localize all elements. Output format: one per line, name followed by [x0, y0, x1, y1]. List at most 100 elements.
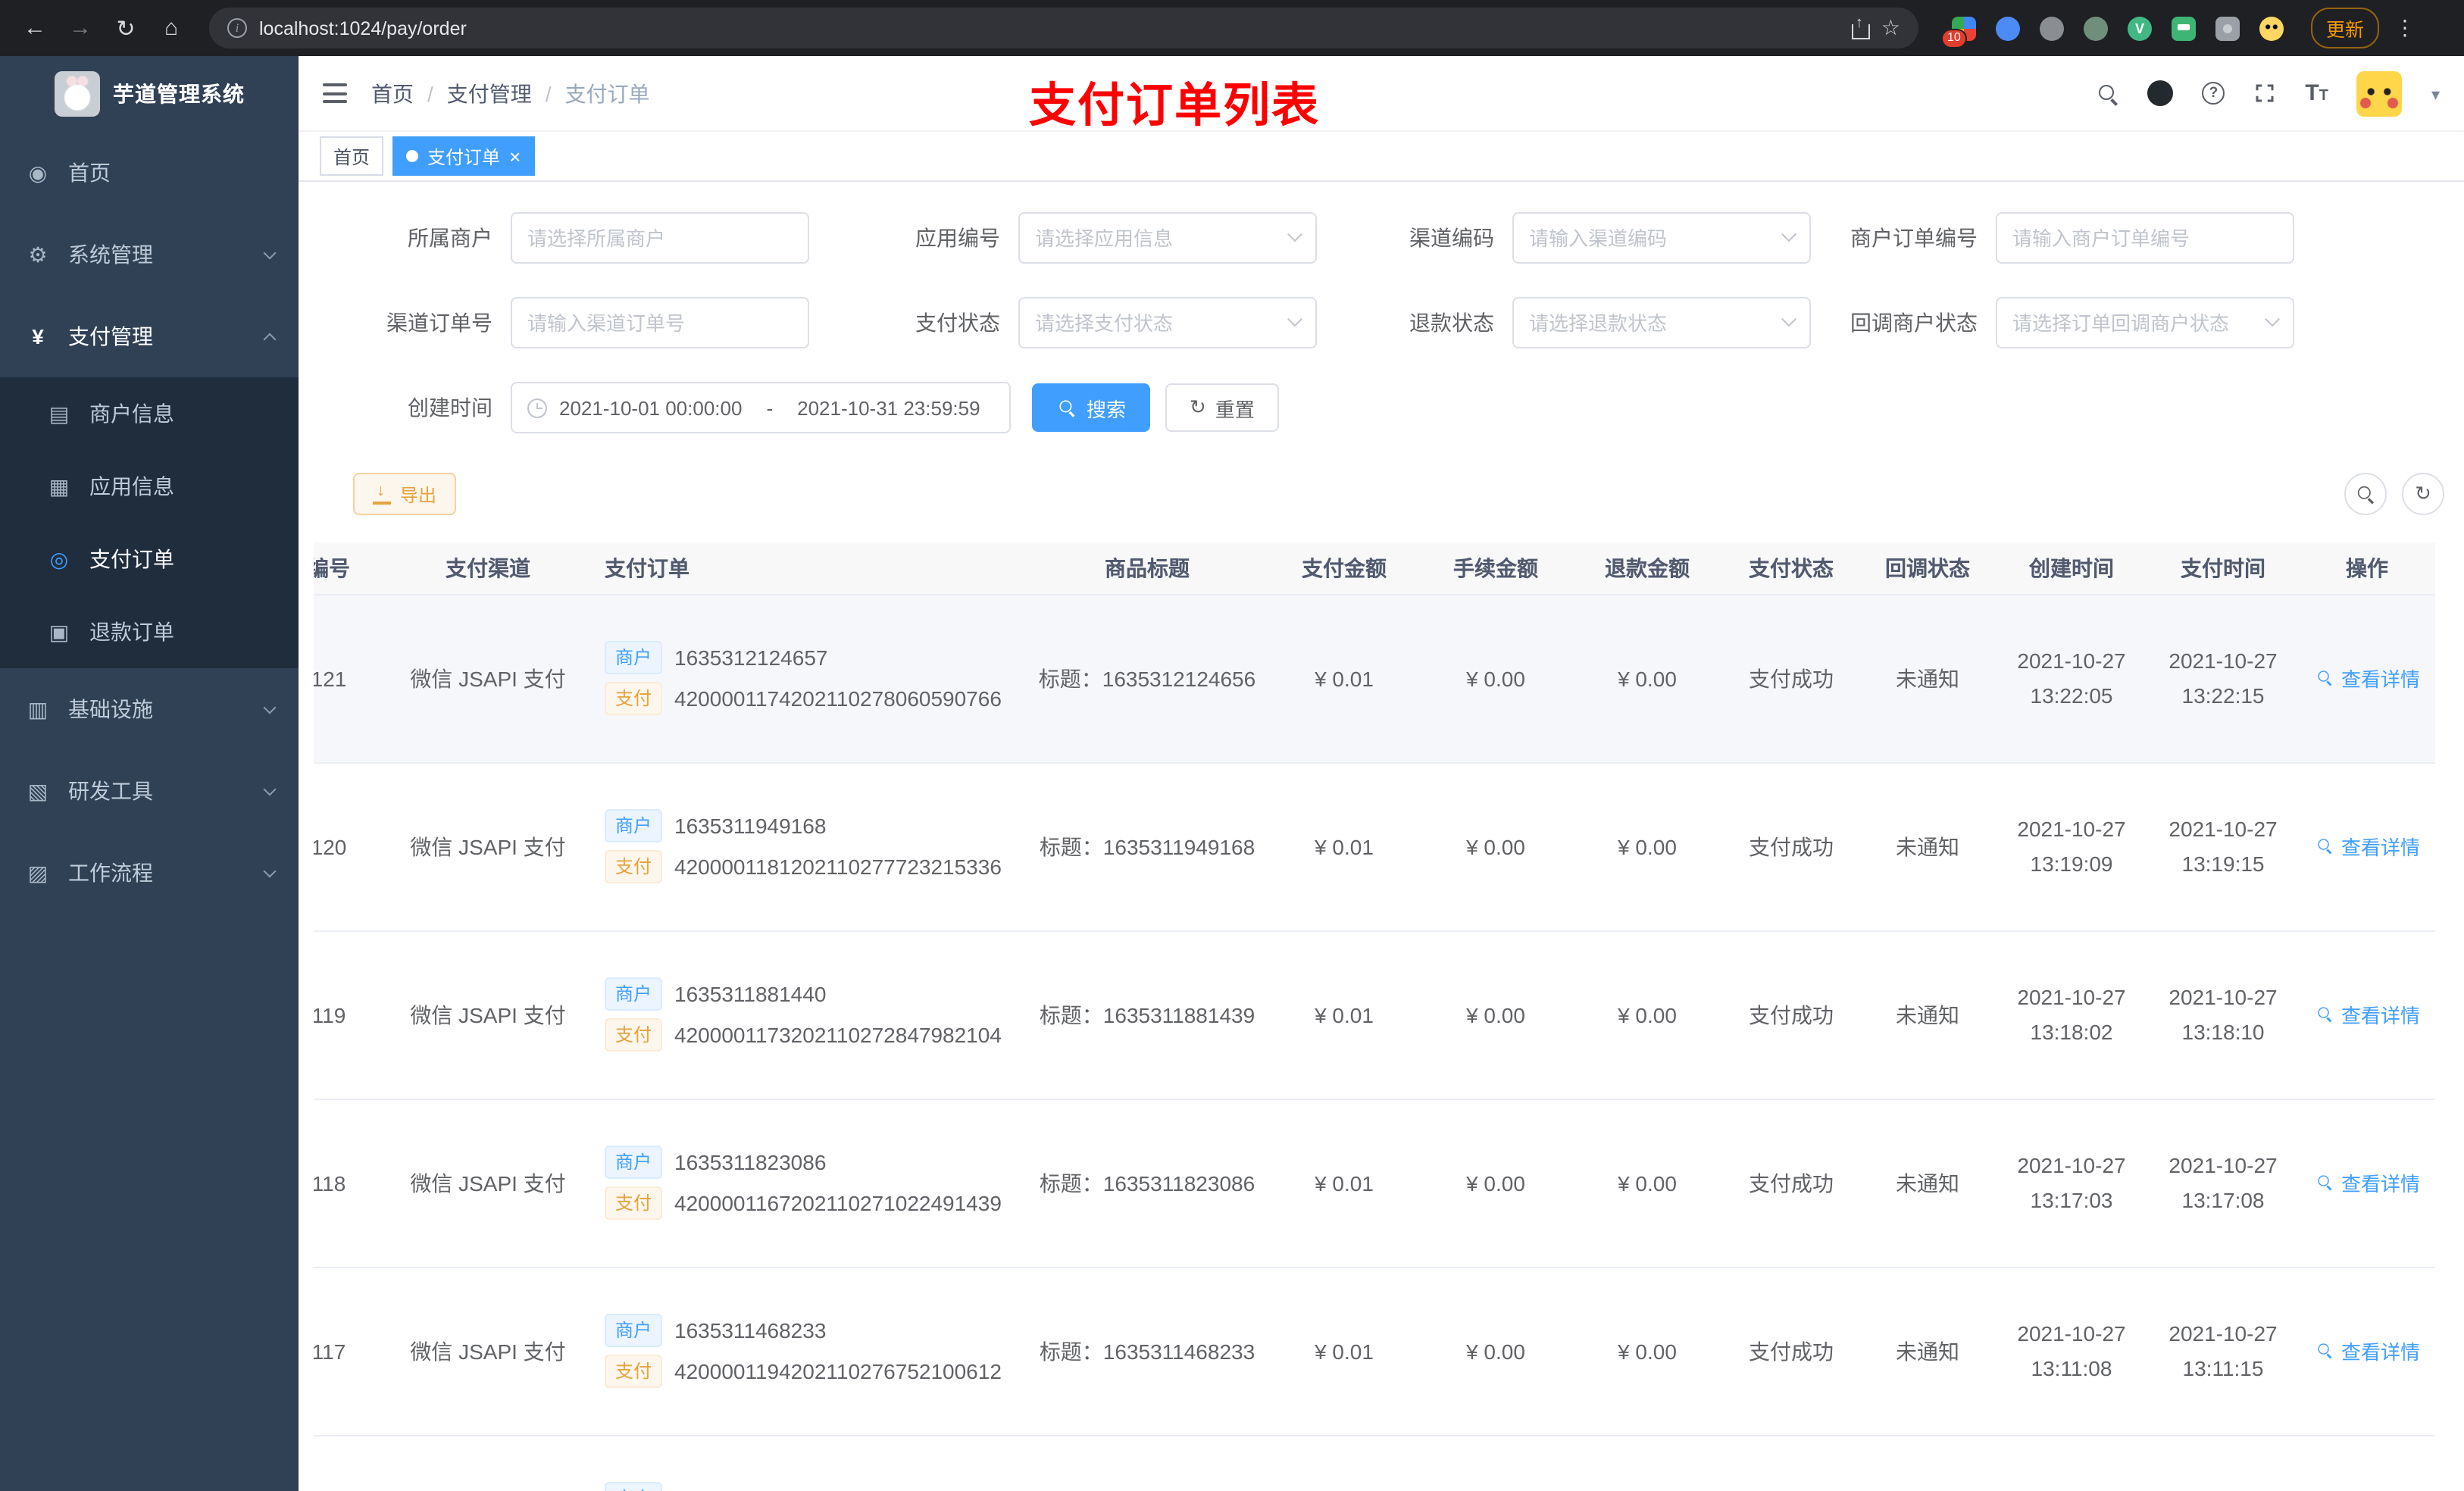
hamburger-icon[interactable] [323, 83, 347, 103]
extension-chat-icon[interactable] [2172, 16, 2196, 40]
refresh-icon [2415, 480, 2431, 508]
magnifier-icon [2317, 670, 2332, 685]
channel-order-no-field[interactable] [511, 297, 809, 349]
merchant-tag: 商户 [605, 1314, 663, 1347]
merchant-tag: 商户 [605, 1146, 663, 1179]
merchant-order-no-field[interactable] [1996, 212, 2294, 264]
notify-status-input[interactable] [2012, 311, 2258, 334]
sidebar-item-home[interactable]: ◉ 首页 [0, 132, 299, 214]
logo-image [54, 71, 99, 117]
view-detail-link[interactable]: 查看详情 [2314, 1000, 2420, 1029]
sidebar-item-infra[interactable]: ▥ 基础设施 [0, 668, 299, 750]
col-create-time: 创建时间 [1996, 542, 2147, 595]
create-time-range-picker[interactable]: 2021-10-01 00:00:00 - 2021-10-31 23:59:5… [511, 382, 1011, 433]
search-icon[interactable] [2097, 83, 2118, 104]
filter-label: 应用编号 [915, 226, 1000, 250]
payment-submenu: ▤ 商户信息 ▦ 应用信息 ◎ 支付订单 ▣ 退款订单 [0, 377, 299, 668]
merchant-tag: 商户 [605, 809, 663, 842]
merchant-input[interactable] [527, 227, 793, 249]
address-bar[interactable]: localhost:1024/pay/order [209, 8, 1918, 48]
export-button[interactable]: 导出 [353, 473, 457, 515]
sidebar-item-workflow[interactable]: ▨ 工作流程 [0, 832, 299, 914]
breadcrumb-payment[interactable]: 支付管理 [447, 78, 532, 108]
close-icon[interactable] [509, 145, 521, 167]
orders-table: 编号 支付渠道 支付订单 商品标题 支付金额 手续金额 退款金额 支付状态 回调… [314, 542, 2449, 1491]
refund-status-select[interactable] [1512, 297, 1811, 349]
filter-label: 商户订单编号 [1850, 226, 1978, 250]
channel-code-input[interactable] [1529, 227, 1775, 249]
search-icon [2356, 485, 2375, 503]
url-text: localhost:1024/pay/order [259, 17, 467, 39]
browser-home-icon[interactable]: ⌂ [152, 8, 191, 48]
site-info-icon[interactable] [227, 18, 247, 38]
app-input[interactable] [1035, 227, 1280, 249]
pay-status-select[interactable] [1018, 297, 1317, 349]
view-detail-link[interactable]: 查看详情 [2314, 1168, 2420, 1197]
pay-tag: 支付 [605, 1186, 663, 1220]
github-icon[interactable] [2147, 80, 2174, 106]
help-icon[interactable] [2202, 82, 2225, 105]
share-icon[interactable] [1851, 14, 1871, 39]
browser-back-icon[interactable]: ← [15, 8, 55, 48]
extension-globe-icon[interactable] [2040, 16, 2064, 40]
fullscreen-icon[interactable] [2253, 82, 2276, 105]
briefcase-icon: ▨ [27, 860, 48, 884]
extension-pin-icon[interactable] [1996, 16, 2020, 40]
col-fee: 手续金额 [1420, 542, 1571, 595]
font-size-icon[interactable] [2305, 82, 2328, 105]
breadcrumb-separator: / [427, 81, 433, 105]
clock-icon [527, 398, 547, 417]
merchant-select[interactable] [511, 212, 809, 264]
sidebar-item-pay-order[interactable]: ◎ 支付订单 [0, 523, 299, 595]
pay-tag: 支付 [605, 682, 663, 715]
extensions-row: 10 [1941, 16, 2284, 48]
sidebar-item-dev-tools[interactable]: ▧ 研发工具 [0, 750, 299, 832]
pay-tag: 支付 [605, 1355, 663, 1388]
user-avatar[interactable] [2356, 70, 2403, 116]
active-dot [406, 150, 419, 162]
sidebar-item-payment[interactable]: ¥ 支付管理 [0, 295, 299, 377]
col-id: 编号 [314, 542, 389, 595]
pay-status-input[interactable] [1035, 311, 1280, 334]
browser-menu-dots-icon[interactable] [2394, 15, 2416, 41]
refresh-table-button[interactable] [2402, 473, 2444, 515]
browser-reload-icon[interactable]: ↻ [106, 8, 145, 48]
app-select[interactable] [1018, 212, 1317, 264]
filter-label: 渠道编码 [1409, 226, 1494, 250]
breadcrumb-home[interactable]: 首页 [371, 78, 414, 108]
sidebar-item-system[interactable]: ⚙ 系统管理 [0, 214, 299, 295]
view-detail-link[interactable]: 查看详情 [2314, 664, 2420, 692]
browser-update-button[interactable]: 更新 [2311, 8, 2380, 48]
channel-order-no-input[interactable] [527, 311, 793, 334]
merchant-order-no-input[interactable] [2012, 227, 2278, 249]
col-order: 支付订单 [586, 542, 1026, 595]
vue-devtools-icon[interactable] [2128, 16, 2152, 40]
sidebar-item-refund-order[interactable]: ▣ 退款订单 [0, 595, 299, 668]
merchant-tag: 商户 [605, 977, 663, 1011]
extensions-puzzle-icon[interactable] [2215, 16, 2240, 40]
sidebar: 芋道管理系统 ◉ 首页 ⚙ 系统管理 ¥ 支付管理 ▤ 商户信息 ▦ 应用信息 [0, 56, 299, 1491]
navbar-actions [2097, 70, 2440, 116]
tag-pay-order[interactable]: 支付订单 [392, 136, 535, 176]
magnifier-icon [2317, 838, 2332, 853]
channel-code-select[interactable] [1512, 212, 1811, 264]
tag-home[interactable]: 首页 [320, 136, 384, 176]
refresh-icon [1190, 395, 1206, 420]
reset-button[interactable]: 重置 [1165, 383, 1279, 432]
toggle-search-button[interactable] [2344, 473, 2387, 515]
notify-status-select[interactable] [1996, 297, 2294, 349]
browser-profile-avatar[interactable] [2259, 16, 2284, 40]
search-button[interactable]: 搜索 [1032, 383, 1151, 432]
toolbox-icon: ▧ [27, 778, 48, 802]
browser-forward-icon[interactable]: → [61, 8, 100, 48]
view-detail-link[interactable]: 查看详情 [2314, 1336, 2420, 1365]
bookmark-star-icon[interactable] [1881, 14, 1900, 42]
extension-globe2-icon[interactable] [2084, 16, 2108, 40]
avatar-caret-icon[interactable] [2431, 80, 2440, 107]
sidebar-item-merchant-info[interactable]: ▤ 商户信息 [0, 377, 299, 450]
view-detail-link[interactable]: 查看详情 [2314, 832, 2420, 861]
sidebar-item-app-info[interactable]: ▦ 应用信息 [0, 450, 299, 523]
refund-status-input[interactable] [1529, 311, 1775, 334]
filter-label: 创建时间 [408, 395, 492, 420]
extension-grid-icon[interactable]: 10 [1941, 16, 1976, 48]
